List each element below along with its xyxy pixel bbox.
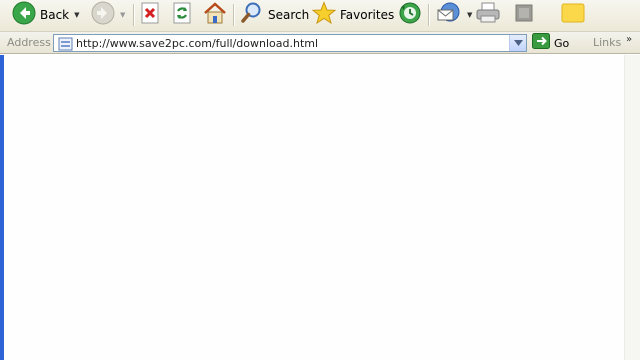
forward-icon — [91, 1, 115, 29]
home-button[interactable] — [202, 2, 228, 28]
back-label: Back — [40, 8, 70, 22]
history-icon — [398, 1, 422, 29]
toolbar-separator — [233, 4, 234, 26]
vertical-scrollbar[interactable] — [624, 55, 640, 360]
edit-button[interactable] — [513, 2, 535, 28]
edit-icon — [513, 2, 535, 28]
address-url-text: http://www.save2pc.com/full/download.htm… — [76, 37, 319, 50]
address-dropdown-button[interactable] — [509, 35, 526, 51]
chevron-down-icon — [513, 40, 523, 46]
toolbar-separator — [133, 4, 134, 26]
history-button[interactable] — [398, 2, 422, 28]
mail-icon — [436, 1, 462, 29]
home-icon — [202, 1, 228, 29]
address-bar: Address http://www.save2pc.com/full/down… — [0, 32, 640, 54]
search-label: Search — [268, 8, 310, 22]
go-button[interactable]: Go — [532, 33, 570, 53]
messenger-button[interactable] — [560, 2, 586, 28]
back-button[interactable]: Back ▼ — [12, 1, 80, 29]
back-icon — [12, 1, 36, 29]
go-arrow-icon — [532, 33, 550, 53]
favorites-star-icon — [311, 1, 337, 29]
print-button[interactable] — [475, 2, 501, 28]
mail-dropdown-icon[interactable]: ▼ — [467, 11, 472, 19]
back-dropdown-icon[interactable]: ▼ — [74, 11, 79, 19]
favorites-label: Favorites — [340, 8, 395, 22]
toolbar-separator — [428, 4, 429, 26]
forward-dropdown-icon[interactable]: ▼ — [120, 11, 125, 19]
go-label: Go — [554, 36, 570, 50]
forward-button[interactable]: ▼ — [91, 1, 125, 29]
page-icon — [58, 36, 74, 55]
links-label[interactable]: Links — [593, 36, 621, 49]
standard-buttons-toolbar: Back ▼ ▼ Search Favorites ▼ — [0, 0, 640, 32]
stop-icon — [140, 2, 162, 28]
page-content-area[interactable] — [0, 55, 640, 360]
search-icon — [240, 1, 264, 29]
search-button[interactable]: Search — [240, 2, 309, 28]
address-input[interactable]: http://www.save2pc.com/full/download.htm… — [53, 34, 527, 52]
print-icon — [475, 1, 501, 29]
stop-button[interactable] — [140, 2, 162, 28]
messenger-icon — [560, 1, 586, 29]
favorites-button[interactable]: Favorites — [311, 1, 395, 29]
address-label: Address — [7, 36, 51, 49]
chevron-right-double-icon[interactable]: » — [626, 34, 632, 45]
refresh-icon — [172, 2, 194, 28]
refresh-button[interactable] — [172, 2, 194, 28]
mail-button[interactable]: ▼ — [436, 2, 472, 28]
